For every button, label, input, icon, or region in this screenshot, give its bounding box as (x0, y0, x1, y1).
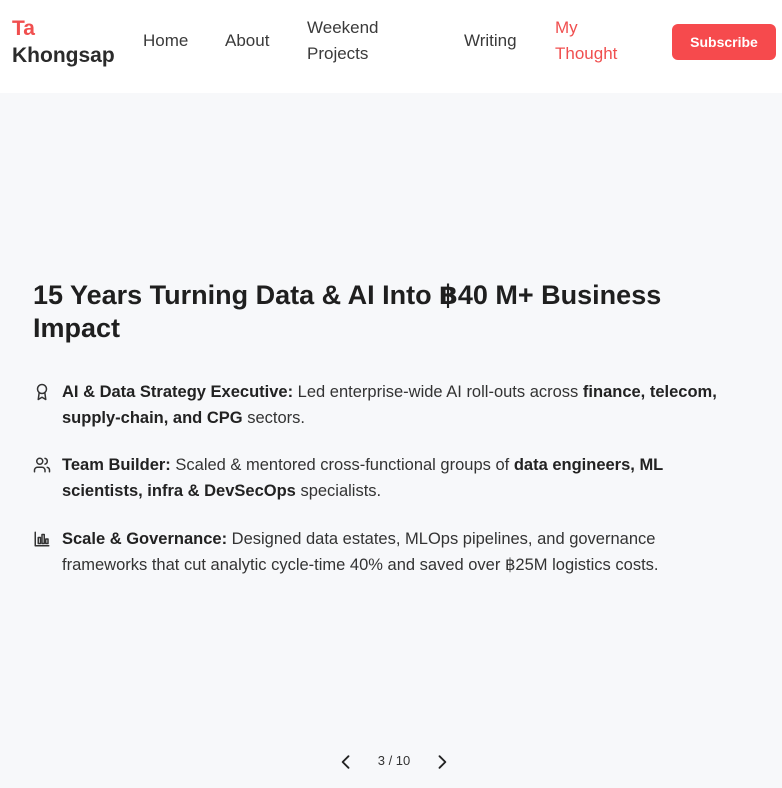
subscribe-button[interactable]: Subscribe (672, 24, 776, 60)
highlight-team-text: Team Builder: Scaled & mentored cross-fu… (62, 452, 752, 504)
nav-thought-label-2: Thought (555, 44, 618, 63)
nav-home[interactable]: Home (143, 28, 188, 54)
slide-counter: 3 / 10 (377, 753, 411, 768)
brand-last-name: Khongsap (12, 44, 115, 67)
highlight-strategy-text: AI & Data Strategy Executive: Led enterp… (62, 379, 752, 431)
highlight-governance-lead: Scale & Governance: (62, 530, 228, 548)
nav-thought-label-1: My (555, 18, 578, 37)
highlight-team-lead: Team Builder: (62, 456, 171, 474)
slide-title-line-1: 15 Years Turning Data & AI Into ฿40 M+ B… (33, 280, 662, 310)
highlight-strategy-body: Led enterprise-wide AI roll-outs across (293, 383, 583, 401)
users-icon (33, 457, 51, 473)
nav-weekend-label-1: Weekend (307, 18, 379, 37)
nav-weekend-projects[interactable]: Weekend Projects (307, 15, 379, 67)
nav-my-thought[interactable]: My Thought (555, 15, 617, 67)
nav-writing[interactable]: Writing (464, 28, 517, 54)
chevron-left-icon[interactable] (336, 752, 356, 772)
highlight-governance-tail: frameworks that cut analytic cycle-time … (62, 556, 659, 574)
highlight-strategy-bold-2: supply-chain, and CPG (62, 409, 243, 427)
highlight-governance-text: Scale & Governance: Designed data estate… (62, 526, 752, 578)
bar-chart-icon (34, 531, 50, 547)
brand-first-name: Ta (12, 17, 35, 40)
nav-about[interactable]: About (225, 28, 269, 54)
slide-pager: 3 / 10 (0, 750, 782, 774)
highlight-strategy-lead: AI & Data Strategy Executive: (62, 383, 294, 401)
slide-area: 15 Years Turning Data & AI Into ฿40 M+ B… (0, 93, 782, 788)
chevron-right-icon[interactable] (432, 752, 452, 772)
award-icon (36, 383, 48, 401)
site-header: Ta Khongsap Home About Weekend Projects … (0, 0, 782, 93)
highlight-team-body: Scaled & mentored cross-functional group… (170, 456, 514, 474)
highlight-team-tail: specialists. (295, 482, 382, 500)
highlight-team-bold-2: scientists, infra & DevSecOps (62, 482, 296, 500)
slide-title: 15 Years Turning Data & AI Into ฿40 M+ B… (33, 279, 733, 345)
highlight-team-bold-1: data engineers, ML (513, 456, 664, 474)
highlight-strategy-tail: sectors. (242, 409, 305, 427)
nav-weekend-label-2: Projects (307, 44, 369, 63)
highlight-strategy-bold-1: finance, telecom, (582, 383, 717, 401)
brand-logo[interactable]: Ta Khongsap (12, 15, 115, 69)
slide-title-line-2: Impact (33, 313, 121, 343)
highlight-governance-body: Designed data estates, MLOps pipelines, … (227, 530, 656, 548)
